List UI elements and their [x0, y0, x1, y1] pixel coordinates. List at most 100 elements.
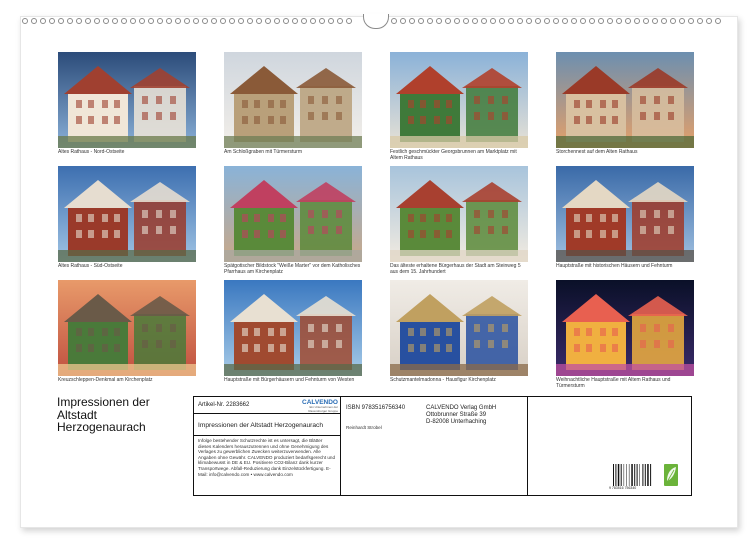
binding-hole — [148, 18, 154, 24]
binding-hole — [175, 18, 181, 24]
publisher-city: D-82008 Unterhaching — [426, 419, 487, 425]
binding-hole — [31, 18, 37, 24]
binding-hole — [391, 18, 397, 24]
binding-hole — [670, 18, 676, 24]
publisher-street: Ottobrunner Straße 39 — [426, 412, 487, 418]
eco-leaf-icon — [664, 464, 678, 486]
photo-image — [390, 166, 528, 262]
photo-caption: Hauptstraße mit historischen Häusern und… — [556, 263, 673, 269]
binding-hole — [697, 18, 703, 24]
binding-hole — [589, 18, 595, 24]
binding-hole — [544, 18, 550, 24]
photo-image — [224, 166, 362, 262]
binding-hole — [346, 18, 352, 24]
author: Reinhardt Strobel — [346, 425, 382, 430]
photo-caption: Storchennest auf dem Alten Rathaus — [556, 149, 638, 155]
binding-hole — [499, 18, 505, 24]
binding-hole — [454, 18, 460, 24]
legal-text: Infolge bestehender Schutzrechte ist es … — [198, 438, 336, 477]
binding-hole — [166, 18, 172, 24]
binding-hole — [229, 18, 235, 24]
photo-tile: Weihnachtliche Hauptstraße mit Altem Rat… — [556, 280, 694, 389]
photo-image — [556, 280, 694, 376]
binding-hole — [535, 18, 541, 24]
photo-caption: Am Schloßgraben mit Türmersturm — [224, 149, 302, 155]
photo-image — [556, 166, 694, 262]
binding-hole — [157, 18, 163, 24]
binding-hole — [490, 18, 496, 24]
binding-hole — [256, 18, 262, 24]
binding-hole — [238, 18, 244, 24]
binding-hole — [337, 18, 343, 24]
binding-hole — [319, 18, 325, 24]
calvendo-logo: CALVENDO Ein Unternehmen der Ravensburge… — [302, 399, 338, 413]
photo-caption: Schutzmantelmadonna - Hausfigur Kirchenp… — [390, 377, 496, 383]
binding-hole — [562, 18, 568, 24]
binding-hole — [121, 18, 127, 24]
binding-hole — [292, 18, 298, 24]
photo-caption: Hauptstraße mit Bürgerhäusern und Fehntu… — [224, 377, 355, 383]
binding-hole — [634, 18, 640, 24]
binding-hole — [247, 18, 253, 24]
photo-tile: Spätgotischer Bildstock "Weiße Marter" v… — [224, 166, 362, 275]
binding-hole — [706, 18, 712, 24]
binding-hole — [445, 18, 451, 24]
binding-hole — [274, 18, 280, 24]
binding-hole — [607, 18, 613, 24]
binding-hole — [580, 18, 586, 24]
binding-hole — [202, 18, 208, 24]
binding-hole — [427, 18, 433, 24]
photo-tile: Altes Rathaus - Süd-Ostseite — [58, 166, 196, 269]
photo-image — [58, 280, 196, 376]
binding-hole — [508, 18, 514, 24]
photo-image — [58, 52, 196, 148]
product-title: Impressionen der Altstadt Herzogenaurach — [198, 422, 323, 429]
binding-hole — [22, 18, 28, 24]
binding-hole — [679, 18, 685, 24]
binding-hole — [481, 18, 487, 24]
barcode-digits: 9 783516 756340 — [609, 486, 637, 490]
photo-caption: Das älteste erhaltene Bürgerhaus der Sta… — [390, 263, 521, 275]
photo-tile: Hauptstraße mit Bürgerhäusern und Fehntu… — [224, 280, 362, 383]
binding-hole — [625, 18, 631, 24]
binding-hole — [553, 18, 559, 24]
photo-caption: Festlich geschmückter Georgsbrunnen am M… — [390, 149, 517, 161]
binding-hole — [103, 18, 109, 24]
binding-hole — [472, 18, 478, 24]
article-number: Artikel-Nr. 2283662 — [198, 402, 250, 408]
photo-caption: Altes Rathaus - Süd-Ostseite — [58, 263, 123, 269]
binding-hole — [328, 18, 334, 24]
photo-tile: Schutzmantelmadonna - Hausfigur Kirchenp… — [390, 280, 528, 383]
binding-hole — [283, 18, 289, 24]
photo-caption: Weihnachtliche Hauptstraße mit Altem Rat… — [556, 377, 671, 389]
binding-hole — [715, 18, 721, 24]
photo-tile: Festlich geschmückter Georgsbrunnen am M… — [390, 52, 528, 161]
binding-hole — [40, 18, 46, 24]
binding-hole — [310, 18, 316, 24]
photo-caption: Spätgotischer Bildstock "Weiße Marter" v… — [224, 263, 361, 275]
binding-hole — [193, 18, 199, 24]
binding-hole — [58, 18, 64, 24]
binding-hole — [265, 18, 271, 24]
cover-title: Impressionen der Altstadt Herzogenaurach — [57, 395, 150, 434]
info-panel: Artikel-Nr. 2283662 CALVENDO Ein Unterne… — [193, 396, 692, 496]
binding-hole — [436, 18, 442, 24]
publisher-name: CALVENDO Verlag GmbH — [426, 405, 497, 411]
photo-tile: Das älteste erhaltene Bürgerhaus der Sta… — [390, 166, 528, 275]
binding-hole — [301, 18, 307, 24]
photo-image — [224, 280, 362, 376]
binding-hole — [220, 18, 226, 24]
binding-hole — [112, 18, 118, 24]
isbn: ISBN 9783516756340 — [346, 405, 406, 411]
photo-caption: Altes Rathaus - Nord-Ostseite — [58, 149, 125, 155]
photo-image — [390, 52, 528, 148]
binding-hole — [616, 18, 622, 24]
binding-hole — [130, 18, 136, 24]
binding-hole — [211, 18, 217, 24]
photo-tile: Am Schloßgraben mit Türmersturm — [224, 52, 362, 155]
photo-tile: Storchennest auf dem Alten Rathaus — [556, 52, 694, 155]
photo-caption: Kreuzschleppen-Denkmal am Kirchenplatz — [58, 377, 153, 383]
binding-hole — [409, 18, 415, 24]
binding-hole — [571, 18, 577, 24]
photo-tile: Kreuzschleppen-Denkmal am Kirchenplatz — [58, 280, 196, 383]
